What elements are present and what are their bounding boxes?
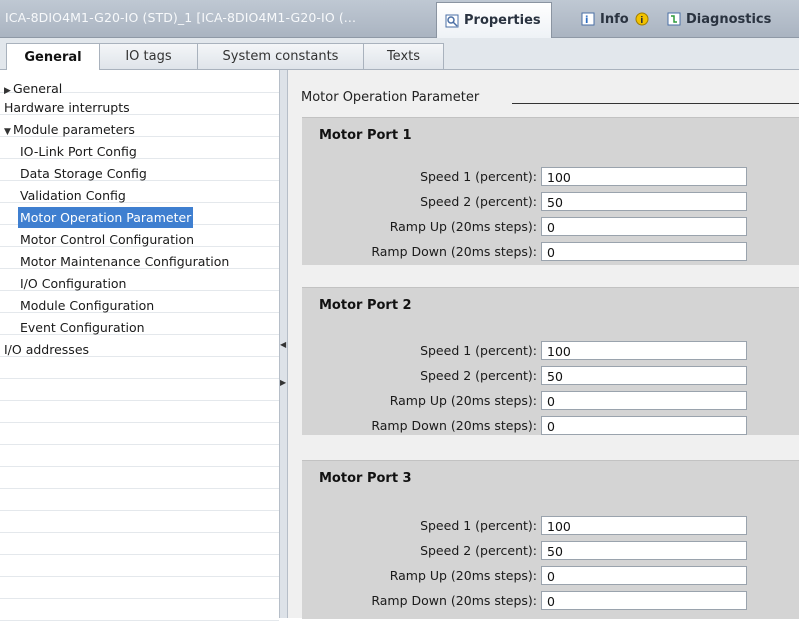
pane-splitter[interactable]: ◀ ▶ xyxy=(280,70,288,618)
nav-row-line xyxy=(0,422,279,445)
field-label-ramp-up: Ramp Up (20ms steps): xyxy=(389,393,537,408)
svg-text:i: i xyxy=(640,16,643,26)
nav-item-label: Module parameters xyxy=(13,122,135,137)
window-title: ICA-8DIO4M1-G20-IO (STD)_1 [ICA-8DIO4M1-… xyxy=(5,10,357,25)
subtab-texts[interactable]: Texts xyxy=(363,43,444,69)
properties-titlebar: ICA-8DIO4M1-G20-IO (STD)_1 [ICA-8DIO4M1-… xyxy=(0,0,799,38)
collapse-arrow-icon[interactable]: ▼ xyxy=(4,122,13,143)
subtab-bar: General IO tags System constants Texts xyxy=(0,38,799,70)
nav-item-data-storage-config[interactable]: Data Storage Config xyxy=(20,163,147,184)
properties-icon xyxy=(445,14,459,28)
ramp-down-input[interactable]: 0 xyxy=(541,242,747,261)
collapse-left-icon[interactable]: ◀ xyxy=(280,340,286,350)
tab-diagnostics-label: Diagnostics xyxy=(686,11,772,27)
nav-item-validation-config[interactable]: Validation Config xyxy=(20,185,126,206)
nav-item-event-configuration[interactable]: Event Configuration xyxy=(20,317,145,338)
nav-item-motor-maintenance-configuration[interactable]: Motor Maintenance Configuration xyxy=(20,251,229,272)
ramp-down-input[interactable]: 0 xyxy=(541,591,747,610)
navigation-tree: ▶ General Hardware interrupts ▼ Module par… xyxy=(0,70,280,621)
nav-item-io-link-port-config[interactable]: IO-Link Port Config xyxy=(20,141,137,162)
group-motor-port-3: Motor Port 3 Speed 1 (percent): 100 Spee… xyxy=(302,460,799,619)
section-title: Motor Operation Parameter xyxy=(301,90,480,105)
nav-item-module-configuration[interactable]: Module Configuration xyxy=(20,295,154,316)
subtab-general[interactable]: General xyxy=(6,43,100,70)
diagnostics-icon xyxy=(667,12,681,26)
field-label-speed-2: Speed 2 (percent): xyxy=(420,543,537,558)
ramp-up-input[interactable]: 0 xyxy=(541,217,747,236)
field-label-speed-1: Speed 1 (percent): xyxy=(420,518,537,533)
nav-item-motor-operation-parameter[interactable]: Motor Operation Parameter xyxy=(18,207,194,228)
group-title: Motor Port 2 xyxy=(319,298,412,313)
ramp-up-input[interactable]: 0 xyxy=(541,391,747,410)
nav-item-io-addresses[interactable]: I/O addresses xyxy=(4,339,89,360)
nav-item-hardware-interrupts[interactable]: Hardware interrupts xyxy=(4,97,130,118)
field-label-ramp-down: Ramp Down (20ms steps): xyxy=(371,418,537,433)
field-label-speed-2: Speed 2 (percent): xyxy=(420,194,537,209)
expand-right-icon[interactable]: ▶ xyxy=(280,378,286,388)
nav-row-line xyxy=(0,532,279,555)
nav-item-io-configuration[interactable]: I/O Configuration xyxy=(20,273,126,294)
nav-row-line xyxy=(0,400,279,423)
field-label-ramp-down: Ramp Down (20ms steps): xyxy=(371,244,537,259)
tab-properties[interactable]: Properties xyxy=(436,2,552,38)
group-motor-port-1: Motor Port 1 Speed 1 (percent): 100 Spee… xyxy=(302,117,799,265)
speed-1-input[interactable]: 100 xyxy=(541,341,747,360)
nav-row-line xyxy=(0,466,279,489)
parameter-panel: Motor Operation Parameter Motor Port 1 S… xyxy=(288,70,799,619)
info-icon: i xyxy=(581,12,595,26)
ramp-down-input[interactable]: 0 xyxy=(541,416,747,435)
warning-badge-icon: i xyxy=(635,12,649,26)
nav-item-motor-control-configuration[interactable]: Motor Control Configuration xyxy=(20,229,194,250)
group-motor-port-2: Motor Port 2 Speed 1 (percent): 100 Spee… xyxy=(302,287,799,435)
tab-properties-label: Properties xyxy=(464,13,541,28)
nav-item-module-parameters[interactable]: ▼ Module parameters xyxy=(4,119,135,140)
field-label-speed-1: Speed 1 (percent): xyxy=(420,169,537,184)
group-title: Motor Port 1 xyxy=(319,128,412,143)
ramp-up-input[interactable]: 0 xyxy=(541,566,747,585)
speed-2-input[interactable]: 50 xyxy=(541,192,747,211)
nav-row-line xyxy=(0,510,279,533)
tab-info[interactable]: i Info i xyxy=(581,2,654,36)
tab-diagnostics[interactable]: Diagnostics xyxy=(667,2,771,36)
speed-2-input[interactable]: 50 xyxy=(541,541,747,560)
nav-row-line xyxy=(0,576,279,599)
nav-row-line xyxy=(0,554,279,577)
nav-row-line xyxy=(0,488,279,511)
nav-item-label: General xyxy=(13,81,63,96)
subtab-system-constants[interactable]: System constants xyxy=(197,43,364,69)
nav-item-general[interactable]: ▶ General xyxy=(4,78,62,99)
field-label-speed-1: Speed 1 (percent): xyxy=(420,343,537,358)
group-title: Motor Port 3 xyxy=(319,471,412,486)
speed-2-input[interactable]: 50 xyxy=(541,366,747,385)
tab-info-label: Info xyxy=(600,11,629,27)
field-label-speed-2: Speed 2 (percent): xyxy=(420,368,537,383)
nav-row-line xyxy=(0,444,279,467)
speed-1-input[interactable]: 100 xyxy=(541,167,747,186)
subtab-io-tags[interactable]: IO tags xyxy=(99,43,198,69)
field-label-ramp-up: Ramp Up (20ms steps): xyxy=(389,219,537,234)
field-label-ramp-down: Ramp Down (20ms steps): xyxy=(371,593,537,608)
svg-text:i: i xyxy=(585,15,588,26)
section-divider xyxy=(512,103,799,104)
field-label-ramp-up: Ramp Up (20ms steps): xyxy=(389,568,537,583)
nav-row-line xyxy=(0,378,279,401)
speed-1-input[interactable]: 100 xyxy=(541,516,747,535)
